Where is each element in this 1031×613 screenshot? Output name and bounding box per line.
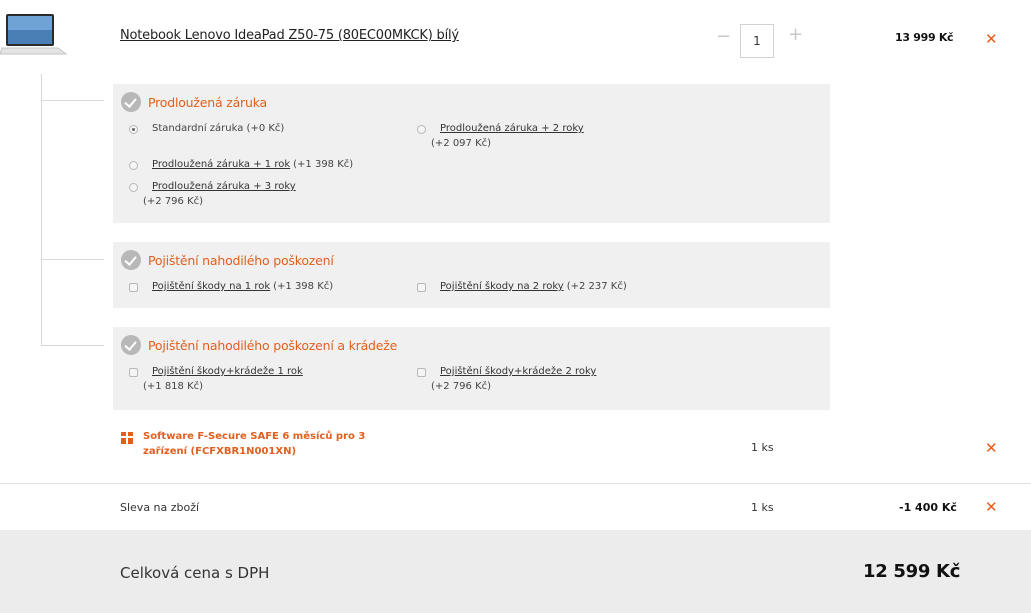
gift-quantity: 1 ks bbox=[751, 441, 774, 454]
total-bar: Celková cena s DPH 12 599 Kč bbox=[0, 530, 1031, 613]
total-value: 12 599 Kč bbox=[863, 561, 961, 582]
discount-quantity: 1 ks bbox=[751, 501, 774, 514]
theft-option-2-years[interactable]: Pojištění škody+krádeže 2 roky bbox=[417, 365, 596, 379]
theft-header: Pojištění nahodilého poškození a krádeže bbox=[121, 335, 397, 355]
warranty-option-1-year[interactable]: Prodloužená záruka + 1 rok (+1 398 Kč) bbox=[129, 158, 353, 172]
warranty-option-3-years[interactable]: Prodloužená záruka + 3 roky bbox=[129, 180, 296, 194]
option-link[interactable]: Pojištění škody na 2 roky bbox=[440, 280, 564, 294]
option-link[interactable]: Pojištění škody na 1 rok bbox=[152, 280, 270, 294]
option-price: (+1 398 Kč) bbox=[273, 281, 334, 292]
tree-connector-warranty bbox=[41, 100, 104, 101]
option-price: (+2 796 Kč) bbox=[431, 381, 492, 392]
warranty-header: Prodloužená záruka bbox=[121, 92, 267, 112]
total-label: Celková cena s DPH bbox=[120, 564, 270, 582]
check-badge-icon bbox=[121, 335, 141, 355]
insurance-panel: Pojištění nahodilého poškození Pojištění… bbox=[113, 242, 830, 308]
gift-title: Software F-Secure SAFE 6 měsíců pro 3 za… bbox=[143, 431, 366, 457]
radio-button[interactable] bbox=[129, 183, 138, 192]
option-link[interactable]: Pojištění škody+krádeže 2 roky bbox=[440, 365, 596, 379]
insurance-title: Pojištění nahodilého poškození bbox=[148, 252, 334, 268]
warranty-option-standard[interactable]: Standardní záruka (+0 Kč) bbox=[129, 122, 284, 136]
product-price: 13 999 Kč bbox=[895, 31, 954, 44]
gift-icon bbox=[121, 432, 133, 444]
option-label: Standardní záruka (+0 Kč) bbox=[152, 123, 285, 134]
theft-insurance-panel: Pojištění nahodilého poškození a krádeže… bbox=[113, 327, 830, 410]
laptop-icon bbox=[0, 14, 68, 55]
tree-connector-vertical bbox=[41, 74, 42, 346]
radio-button[interactable] bbox=[417, 125, 426, 134]
quantity-increase-button[interactable]: + bbox=[788, 24, 803, 45]
option-link[interactable]: Prodloužená záruka + 2 roky bbox=[440, 122, 584, 136]
product-title-link[interactable]: Notebook Lenovo IdeaPad Z50-75 (80EC00MK… bbox=[120, 28, 459, 43]
radio-button[interactable] bbox=[129, 125, 138, 134]
option-price: (+2 237 Kč) bbox=[566, 281, 627, 292]
insurance-option-1-year[interactable]: Pojištění škody na 1 rok (+1 398 Kč) bbox=[129, 280, 333, 294]
discount-value: -1 400 Kč bbox=[899, 501, 957, 514]
option-link[interactable]: Prodloužená záruka + 3 roky bbox=[152, 180, 296, 194]
check-badge-icon bbox=[121, 92, 141, 112]
quantity-input[interactable] bbox=[740, 24, 774, 58]
theft-option-1-year[interactable]: Pojištění škody+krádeže 1 rok bbox=[129, 365, 303, 379]
option-price: (+1 818 Kč) bbox=[143, 381, 204, 392]
theft-title: Pojištění nahodilého poškození a krádeže bbox=[148, 337, 398, 353]
option-price: (+1 398 Kč) bbox=[293, 159, 354, 170]
checkbox[interactable] bbox=[417, 283, 426, 292]
discount-label: Sleva na zboží bbox=[120, 501, 200, 514]
insurance-option-2-years[interactable]: Pojištění škody na 2 roky (+2 237 Kč) bbox=[417, 280, 627, 294]
warranty-panel: Prodloužená záruka Standardní záruka (+0… bbox=[113, 84, 830, 223]
check-badge-icon bbox=[121, 250, 141, 270]
checkbox[interactable] bbox=[129, 283, 138, 292]
option-price: (+2 097 Kč) bbox=[431, 138, 492, 149]
warranty-title: Prodloužená záruka bbox=[148, 94, 267, 110]
option-link[interactable]: Pojištění škody+krádeže 1 rok bbox=[152, 365, 303, 379]
radio-button[interactable] bbox=[129, 161, 138, 170]
tree-connector-insurance bbox=[41, 259, 104, 260]
checkbox[interactable] bbox=[129, 368, 138, 377]
remove-discount-icon[interactable]: ✕ bbox=[985, 500, 998, 515]
row-divider bbox=[0, 483, 1031, 484]
remove-gift-icon[interactable]: ✕ bbox=[985, 441, 998, 456]
tree-connector-theft bbox=[41, 345, 104, 346]
insurance-header: Pojištění nahodilého poškození bbox=[121, 250, 334, 270]
warranty-option-2-years[interactable]: Prodloužená záruka + 2 roky bbox=[417, 122, 584, 136]
option-link[interactable]: Prodloužená záruka + 1 rok bbox=[152, 158, 290, 172]
option-price: (+2 796 Kč) bbox=[143, 196, 204, 207]
quantity-decrease-button[interactable]: − bbox=[716, 26, 731, 47]
checkbox[interactable] bbox=[417, 368, 426, 377]
remove-product-icon[interactable]: ✕ bbox=[985, 32, 998, 47]
